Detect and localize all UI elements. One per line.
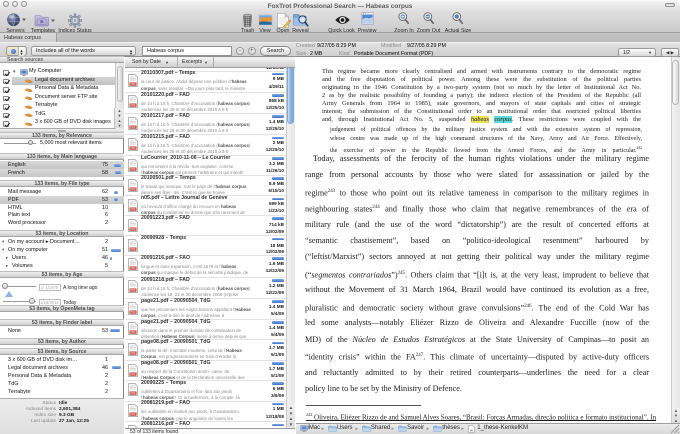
svg-text:PDF: PDF (130, 372, 136, 376)
svg-text:PDF: PDF (130, 330, 136, 334)
svg-text:PDF: PDF (130, 310, 136, 314)
svg-text:PDF: PDF (130, 82, 136, 86)
svg-text:PDF: PDF (130, 103, 136, 107)
svg-text:PDF: PDF (130, 391, 136, 395)
svg-text:PDF: PDF (130, 146, 136, 150)
svg-text:PDF: PDF (130, 125, 136, 129)
svg-text:PDF: PDF (130, 266, 136, 270)
svg-text:PDF: PDF (130, 351, 136, 355)
svg-text:PDF: PDF (130, 227, 136, 231)
svg-text:PDF: PDF (130, 207, 136, 211)
svg-text:w: w (470, 427, 473, 432)
svg-text:PDF: PDF (130, 412, 136, 416)
svg-text:PDF: PDF (130, 167, 136, 171)
svg-text:PDF: PDF (130, 247, 136, 251)
svg-text:PDF: PDF (130, 288, 136, 292)
svg-text:PDF: PDF (130, 187, 136, 191)
